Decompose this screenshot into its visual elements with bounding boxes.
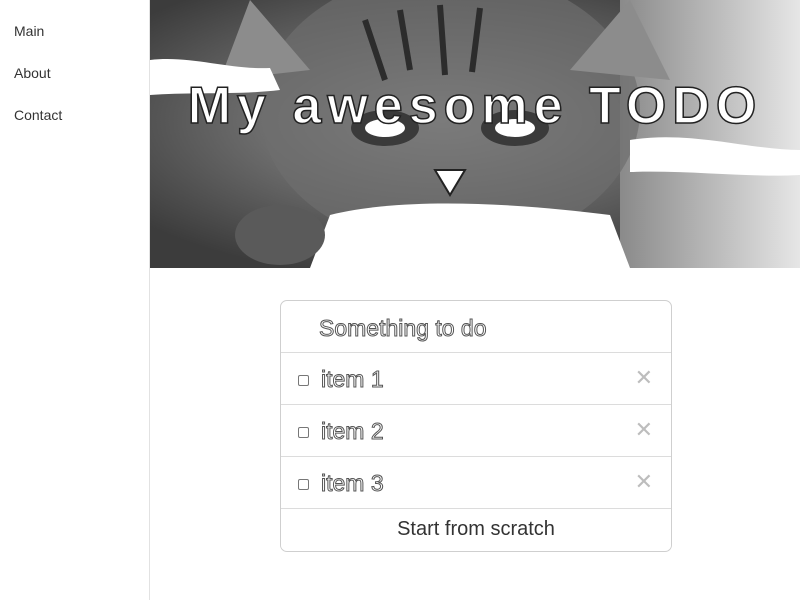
start-from-scratch-button[interactable]: Start from scratch [281,509,671,549]
checkbox-icon[interactable] [298,375,309,386]
checkbox-icon[interactable] [298,427,309,438]
app: Main About Contact My awesome TODO Somet… [0,0,800,600]
sidebar-item-main[interactable]: Main [0,20,149,62]
close-icon[interactable]: ✕ [635,366,653,390]
todo-card: item 1 ✕ item 2 ✕ item 3 ✕ Start from sc… [280,300,672,552]
sidebar-nav: Main About Contact [0,0,150,600]
todo-item-label: item 1 [321,366,385,393]
todo-item-label: item 3 [321,470,385,497]
sidebar-item-contact[interactable]: Contact [0,104,149,146]
todo-item-label: item 2 [321,418,385,445]
new-todo-row [281,301,671,353]
todo-item: item 2 ✕ [281,405,671,457]
todo-item: item 3 ✕ [281,457,671,509]
hero-title: My awesome TODO [187,76,763,136]
todo-item: item 1 ✕ [281,353,671,405]
checkbox-icon[interactable] [298,479,309,490]
new-todo-input[interactable] [319,313,649,343]
close-icon[interactable]: ✕ [635,418,653,442]
close-icon[interactable]: ✕ [635,470,653,494]
sidebar-item-about[interactable]: About [0,62,149,104]
hero-banner: My awesome TODO [150,0,800,268]
